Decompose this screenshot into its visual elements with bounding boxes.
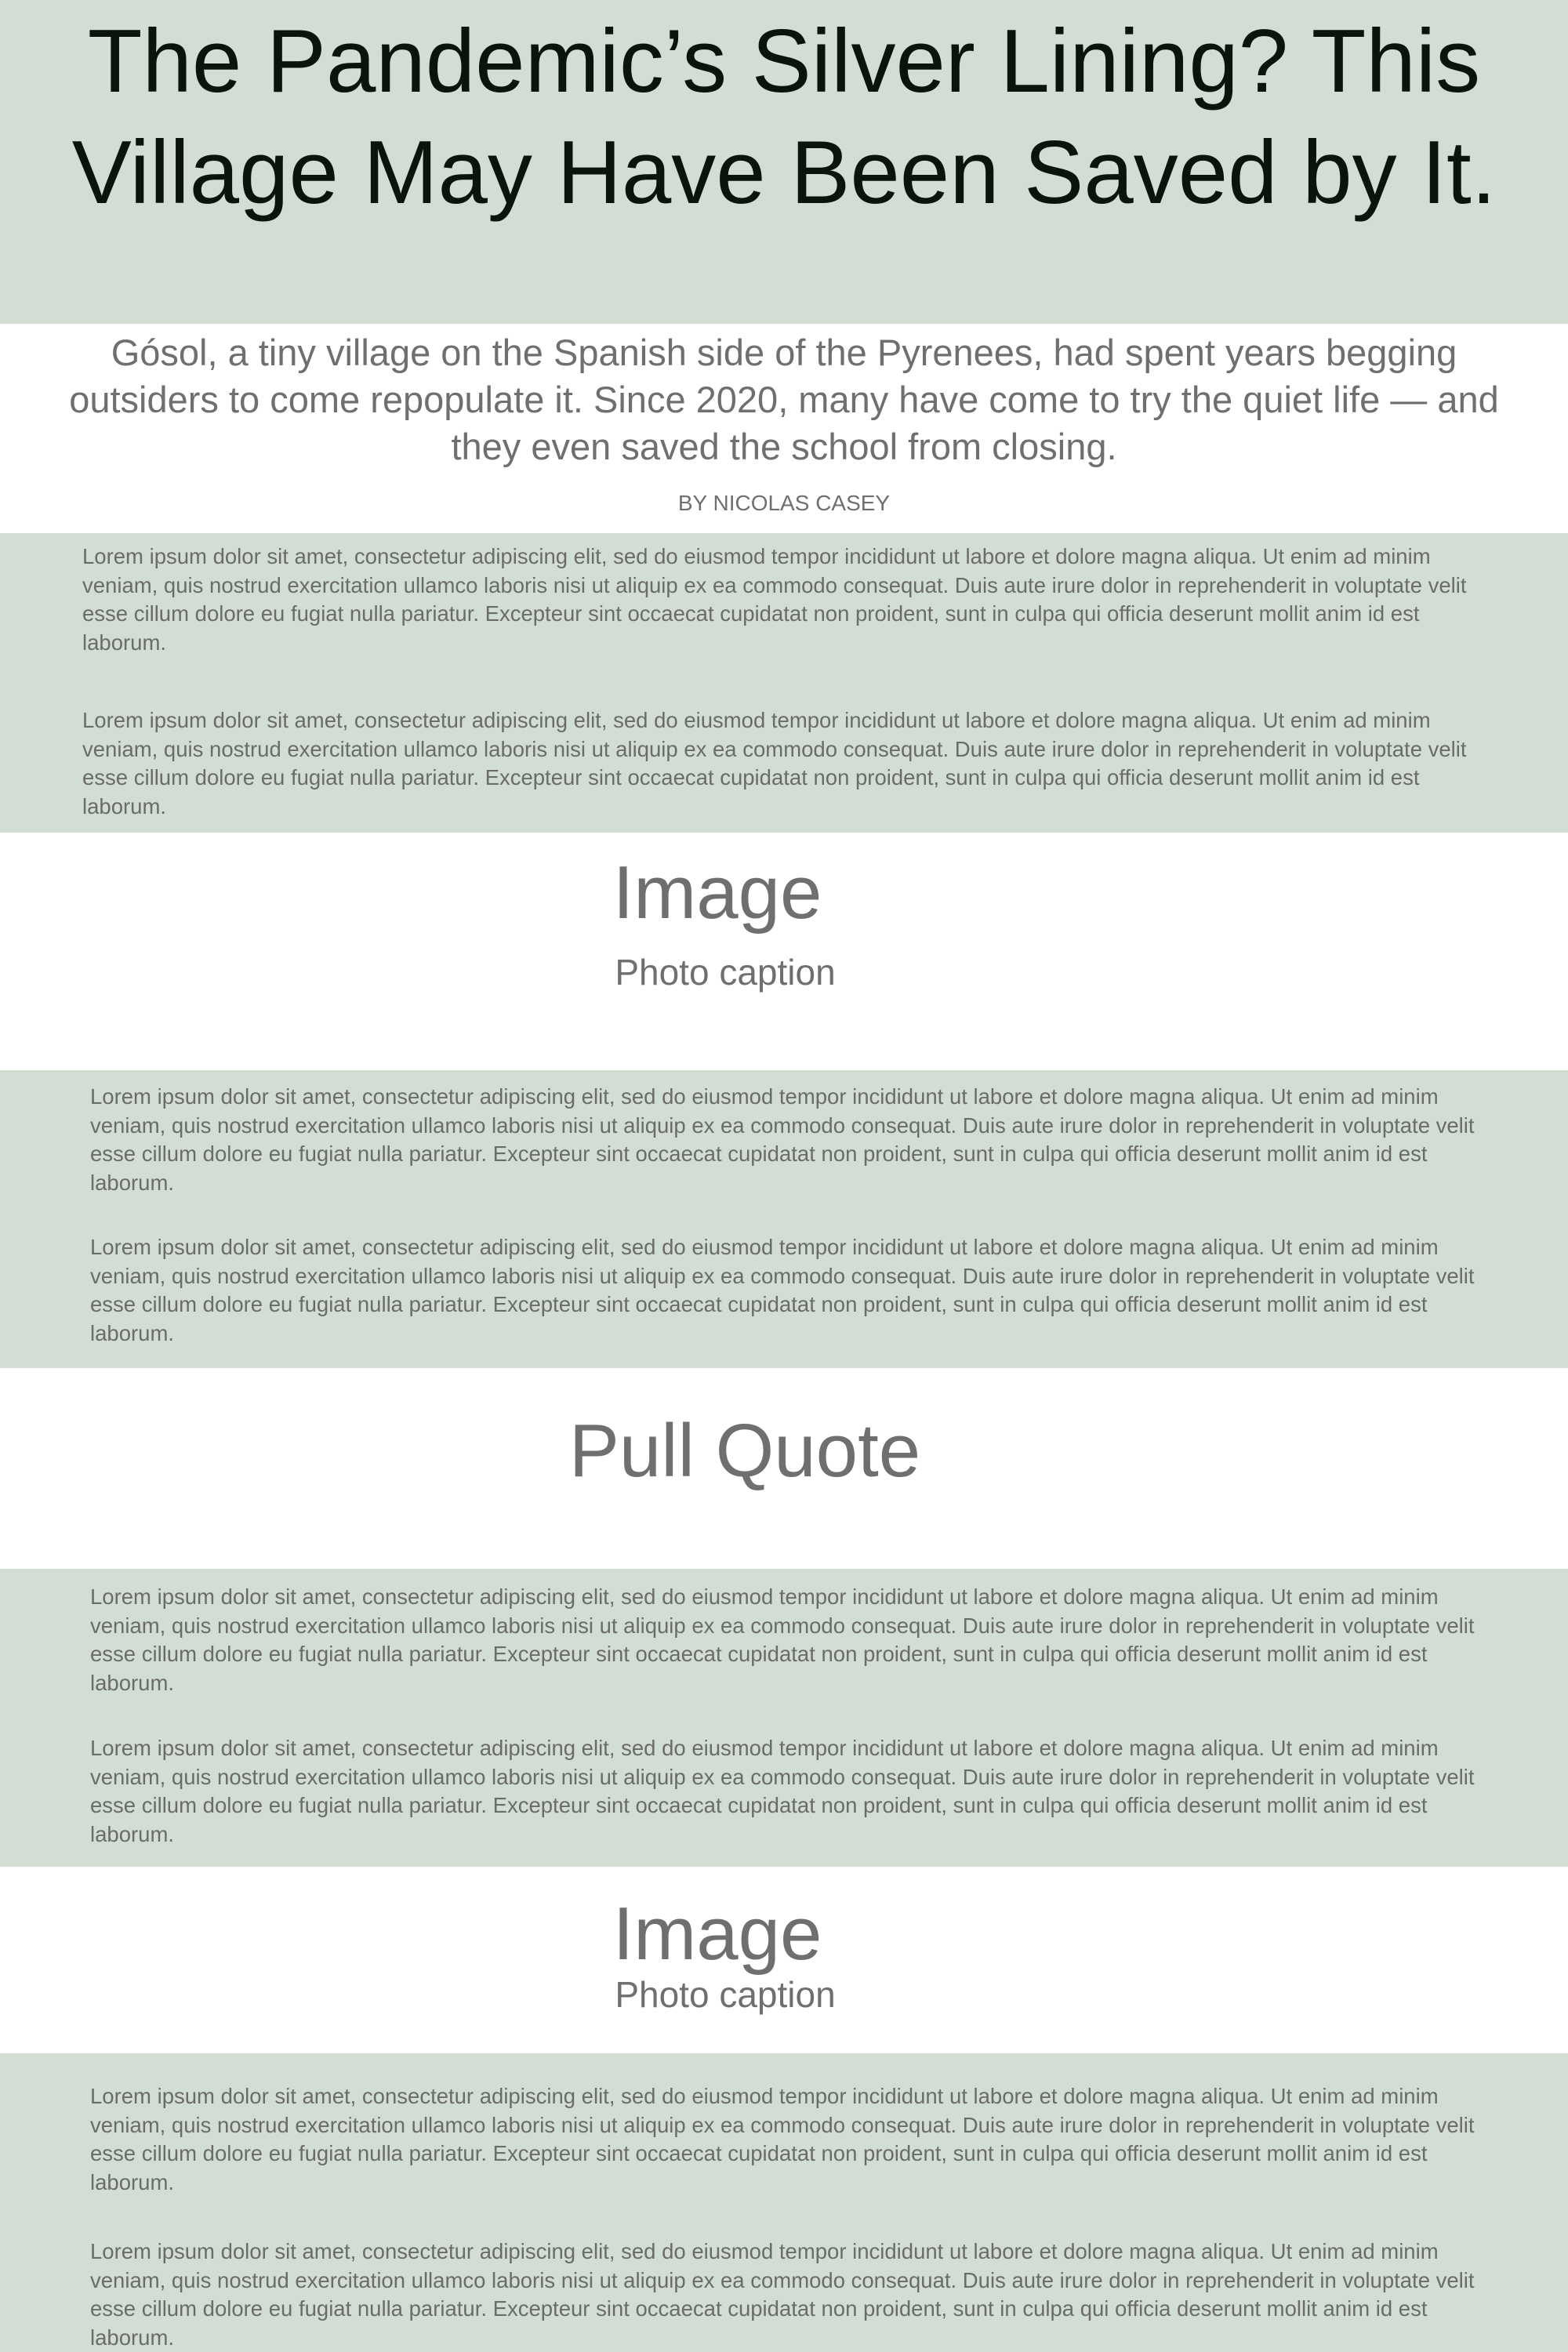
body-paragraph: Lorem ipsum dolor sit amet, consectetur … [90, 1235, 1475, 1345]
article-title: The Pandemic’s Silver Lining? This Villa… [71, 12, 1497, 223]
body-paragraph: Lorem ipsum dolor sit amet, consectetur … [90, 1084, 1475, 1195]
body-paragraph: Lorem ipsum dolor sit amet, consectetur … [82, 544, 1467, 655]
photo-caption: Photo caption [615, 1974, 836, 2015]
pull-quote: Pull Quote [568, 1409, 921, 1493]
body-paragraph: Lorem ipsum dolor sit amet, consectetur … [90, 2239, 1475, 2350]
byline: BY NICOLAS CASEY [677, 491, 891, 515]
body-paragraph: Lorem ipsum dolor sit amet, consectetur … [90, 2084, 1475, 2194]
body-paragraph: Lorem ipsum dolor sit amet, consectetur … [90, 1584, 1475, 1695]
image-placeholder: Image [612, 851, 822, 935]
body-paragraph: Lorem ipsum dolor sit amet, consectetur … [90, 1736, 1475, 1846]
image-placeholder: Image [612, 1892, 822, 1976]
article-subtitle: Gósol, a tiny village on the Spanish sid… [69, 332, 1499, 467]
body-paragraph: Lorem ipsum dolor sit amet, consectetur … [82, 708, 1467, 818]
photo-caption: Photo caption [615, 952, 836, 993]
